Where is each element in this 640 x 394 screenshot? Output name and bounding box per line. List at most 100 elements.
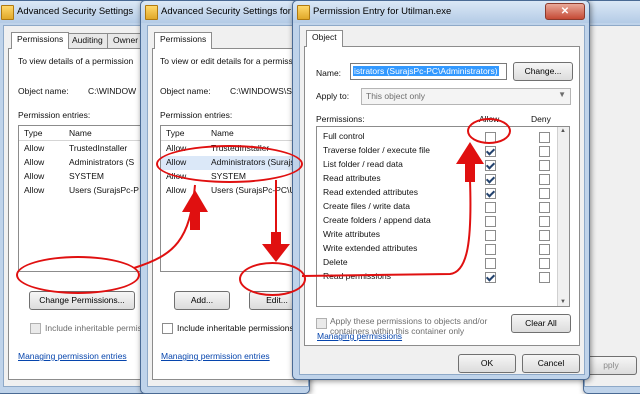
- advanced-security-window-2: Advanced Security Settings for Permissio…: [140, 0, 317, 394]
- column-type[interactable]: Type: [24, 128, 42, 138]
- permission-entries-label: Permission entries:: [18, 110, 91, 120]
- managing-permissions-link[interactable]: Managing permissions: [317, 331, 402, 341]
- tab-owner[interactable]: Owner: [107, 33, 145, 49]
- table-row[interactable]: Allow TrustedInstaller: [19, 142, 154, 156]
- object-name-label: Object name:: [18, 86, 69, 96]
- title-bar[interactable]: Advanced Security Settings for: [141, 1, 309, 23]
- table-row[interactable]: Allow Administrators (S: [19, 156, 154, 170]
- allow-checkbox[interactable]: [485, 272, 496, 283]
- allow-checkbox[interactable]: [485, 258, 496, 269]
- allow-checkbox[interactable]: [485, 230, 496, 241]
- ok-button[interactable]: OK: [458, 354, 516, 373]
- allow-checkbox[interactable]: [485, 216, 496, 227]
- column-name[interactable]: Name: [211, 128, 234, 138]
- clear-all-button[interactable]: Clear All: [511, 314, 571, 333]
- row-name: Users (SurajsPc-PC\U: [211, 185, 296, 195]
- deny-checkbox[interactable]: [539, 258, 550, 269]
- managing-permission-entries-link[interactable]: Managing permission entries: [18, 351, 127, 361]
- include-inheritable-label: Include inheritable permissions fro: [177, 323, 306, 333]
- apply-button[interactable]: pply: [585, 356, 637, 375]
- permission-row[interactable]: Create folders / append data: [317, 214, 569, 228]
- permission-row[interactable]: Traverse folder / execute file: [317, 144, 569, 158]
- permission-label: Read attributes: [323, 173, 381, 183]
- window-body: Permissions To view or edit details for …: [147, 25, 317, 387]
- deny-checkbox[interactable]: [539, 216, 550, 227]
- column-type[interactable]: Type: [166, 128, 184, 138]
- row-name: SYSTEM: [69, 171, 104, 181]
- table-row[interactable]: Allow SYSTEM: [19, 170, 154, 184]
- intro-text: To view or edit details for a permissi: [160, 56, 295, 66]
- permission-row[interactable]: Read attributes: [317, 172, 569, 186]
- apply-to-children-checkbox[interactable]: [316, 318, 327, 329]
- row-type: Allow: [24, 143, 45, 153]
- permissions-list[interactable]: Full control Traverse folder / execute f…: [316, 126, 570, 307]
- title-bar[interactable]: Advanced Security Settings: [0, 1, 149, 23]
- tab-object[interactable]: Object: [306, 30, 343, 47]
- name-field-value: istrators (SurajsPc-PC\Administrators): [353, 66, 499, 76]
- permission-label: Delete: [323, 257, 348, 267]
- managing-permission-entries-link[interactable]: Managing permission entries: [161, 351, 270, 361]
- allow-checkbox[interactable]: [485, 202, 496, 213]
- name-field[interactable]: istrators (SurajsPc-PC\Administrators): [350, 63, 507, 80]
- include-inheritable-checkbox[interactable]: [162, 323, 173, 334]
- deny-checkbox[interactable]: [539, 174, 550, 185]
- table-row[interactable]: Allow Users (SurajsPc-P: [19, 184, 154, 198]
- close-icon: ✕: [560, 6, 570, 17]
- tab-pane: To view details of a permission Object n…: [8, 48, 162, 380]
- deny-checkbox[interactable]: [539, 188, 550, 199]
- permission-row-full-control[interactable]: Full control: [317, 130, 569, 144]
- deny-checkbox[interactable]: [539, 146, 550, 157]
- apply-to-value: This object only: [366, 91, 426, 101]
- background-window: pply: [583, 0, 640, 394]
- permission-row[interactable]: List folder / read data: [317, 158, 569, 172]
- allow-checkbox[interactable]: [485, 160, 496, 171]
- scroll-down-icon[interactable]: ▼: [560, 299, 566, 305]
- advanced-security-window-1: Advanced Security Settings Permissions A…: [0, 0, 162, 394]
- folder-icon: [1, 5, 14, 20]
- add-button[interactable]: Add...: [174, 291, 230, 310]
- permission-label: Read permissions: [323, 271, 392, 281]
- object-name-label: Object name:: [160, 86, 211, 96]
- permission-entries-label: Permission entries:: [160, 110, 233, 120]
- deny-header: Deny: [531, 114, 551, 124]
- permission-row[interactable]: Read extended attributes: [317, 186, 569, 200]
- allow-checkbox[interactable]: [485, 244, 496, 255]
- allow-checkbox[interactable]: [485, 188, 496, 199]
- annotation-oval-change-permissions: [16, 256, 140, 294]
- apply-to-dropdown[interactable]: This object only ▼: [361, 88, 571, 105]
- permission-label: Full control: [323, 131, 365, 141]
- change-button[interactable]: Change...: [513, 62, 573, 81]
- deny-checkbox[interactable]: [539, 230, 550, 241]
- permission-row[interactable]: Write attributes: [317, 228, 569, 242]
- deny-checkbox[interactable]: [539, 202, 550, 213]
- permission-label: Write extended attributes: [323, 243, 418, 253]
- allow-checkbox[interactable]: [485, 146, 496, 157]
- window-body: pply: [584, 25, 640, 387]
- allow-checkbox[interactable]: [485, 174, 496, 185]
- deny-checkbox[interactable]: [539, 160, 550, 171]
- annotation-oval-administrators-row: [156, 145, 303, 183]
- tab-auditing[interactable]: Auditing: [66, 33, 109, 49]
- permission-row[interactable]: Read permissions: [317, 270, 569, 284]
- permission-row[interactable]: Write extended attributes: [317, 242, 569, 256]
- title-bar[interactable]: Permission Entry for Utilman.exe ✕: [293, 1, 589, 23]
- permission-entries-list[interactable]: Type Name Allow TrustedInstaller Allow A…: [18, 125, 155, 272]
- deny-checkbox[interactable]: [539, 272, 550, 283]
- scroll-up-icon[interactable]: ▲: [560, 128, 566, 134]
- permissions-scrollbar[interactable]: ▲ ▼: [557, 127, 569, 306]
- name-label: Name:: [316, 68, 342, 78]
- column-name[interactable]: Name: [69, 128, 92, 138]
- close-button[interactable]: ✕: [545, 3, 585, 20]
- permission-row[interactable]: Create files / write data: [317, 200, 569, 214]
- permission-row[interactable]: Delete: [317, 256, 569, 270]
- annotation-oval-full-control-allow: [467, 118, 511, 144]
- tab-permissions[interactable]: Permissions: [11, 32, 70, 49]
- deny-checkbox[interactable]: [539, 244, 550, 255]
- cancel-button[interactable]: Cancel: [522, 354, 580, 373]
- include-inheritable-checkbox[interactable]: [30, 323, 41, 334]
- apply-to-label: Apply to:: [316, 91, 350, 101]
- tab-permissions[interactable]: Permissions: [154, 32, 213, 49]
- permission-label: Read extended attributes: [323, 187, 418, 197]
- permission-label: Traverse folder / execute file: [323, 145, 430, 155]
- deny-checkbox[interactable]: [539, 132, 550, 143]
